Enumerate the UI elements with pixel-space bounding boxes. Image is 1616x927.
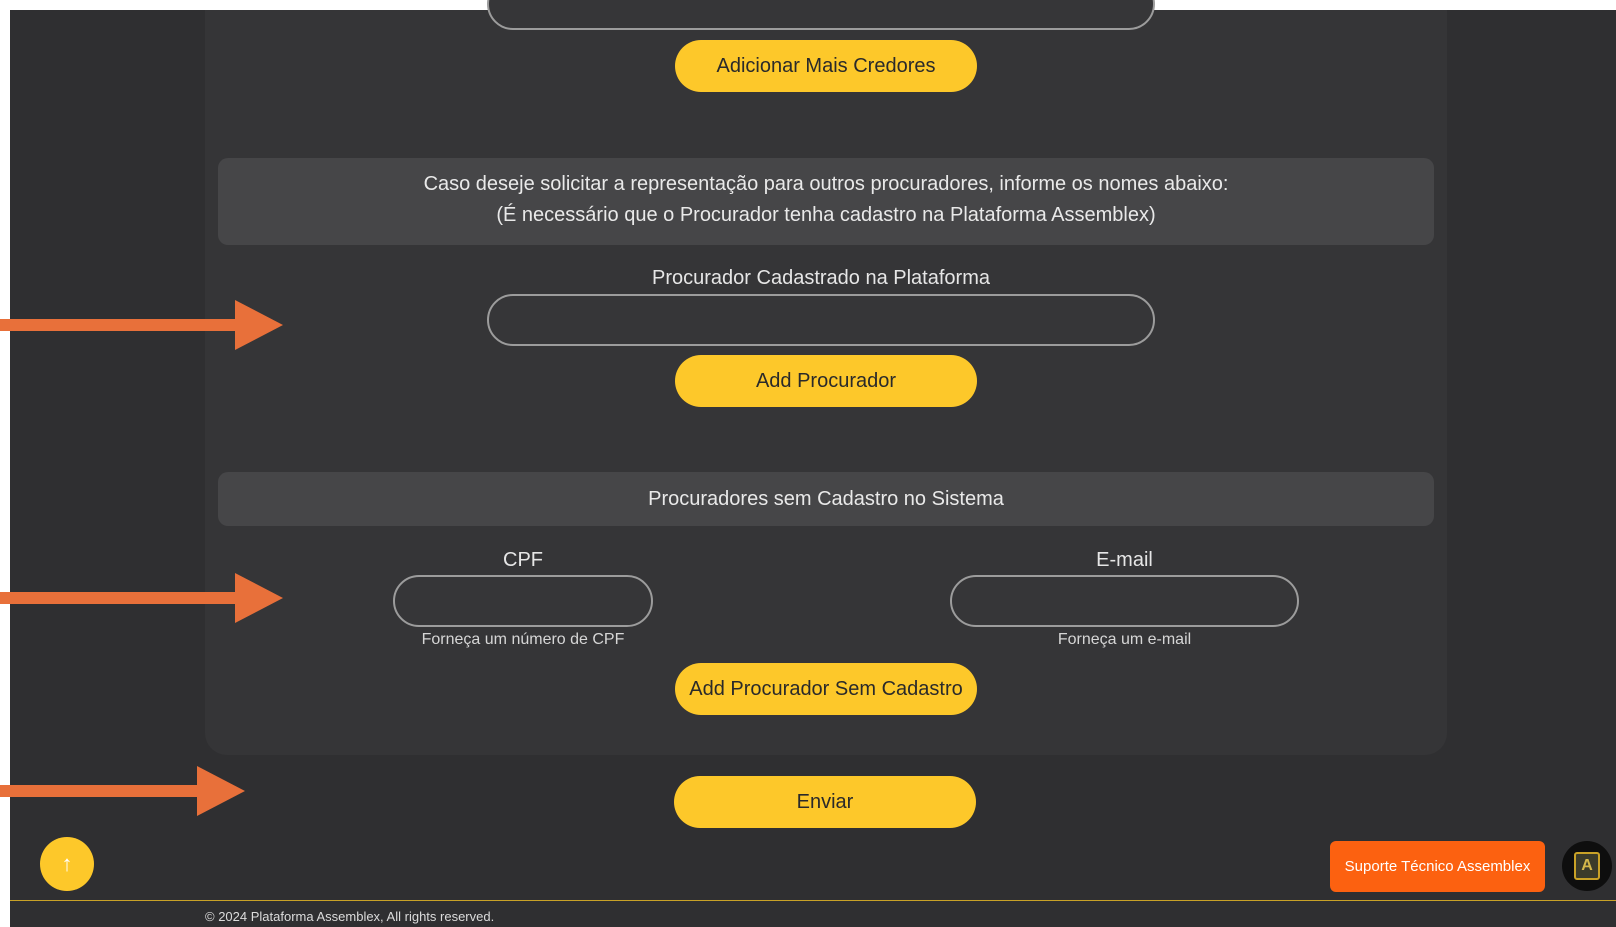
scroll-to-top-button[interactable]: ↑ [40, 837, 94, 891]
add-attorney-button[interactable]: Add Procurador [675, 355, 977, 407]
creditor-input[interactable] [487, 0, 1155, 30]
support-button-label: Suporte Técnico Assemblex [1344, 858, 1531, 875]
info-box: Caso deseje solicitar a representação pa… [218, 158, 1434, 245]
info-line-2: (É necessário que o Procurador tenha cad… [496, 204, 1156, 226]
logo-letter: A [1581, 857, 1593, 874]
arrow-right-icon [0, 300, 283, 350]
add-unregistered-attorney-button[interactable]: Add Procurador Sem Cadastro [675, 663, 977, 715]
email-input[interactable] [950, 575, 1299, 627]
unregistered-title-text: Procuradores sem Cadastro no Sistema [648, 488, 1004, 510]
arrow-up-icon: ↑ [61, 851, 73, 876]
info-line-1: Caso deseje solicitar a representação pa… [423, 173, 1229, 195]
footer-divider [10, 900, 1616, 901]
footer-copyright: © 2024 Plataforma Assemblex, All rights … [205, 909, 495, 924]
logo-badge: A [1574, 852, 1600, 880]
add-creditors-button[interactable]: Adicionar Mais Credores [675, 40, 977, 92]
unregistered-section-title: Procuradores sem Cadastro no Sistema [218, 472, 1434, 526]
submit-button[interactable]: Enviar [674, 776, 976, 828]
cpf-help-text: Forneça um número de CPF [421, 631, 625, 648]
registered-attorney-input[interactable] [487, 294, 1155, 346]
registered-attorney-label: Procurador Cadastrado na Plataforma [652, 267, 990, 289]
cpf-input[interactable] [393, 575, 653, 627]
arrow-right-icon [0, 766, 245, 816]
email-help-text: Forneça um e-mail [1057, 631, 1192, 648]
support-button[interactable]: Suporte Técnico Assemblex [1330, 841, 1545, 892]
assemblex-logo-icon[interactable]: A [1562, 841, 1612, 891]
email-label: E-mail [1096, 549, 1153, 571]
arrow-right-icon [0, 573, 283, 623]
cpf-label: CPF [503, 549, 543, 571]
